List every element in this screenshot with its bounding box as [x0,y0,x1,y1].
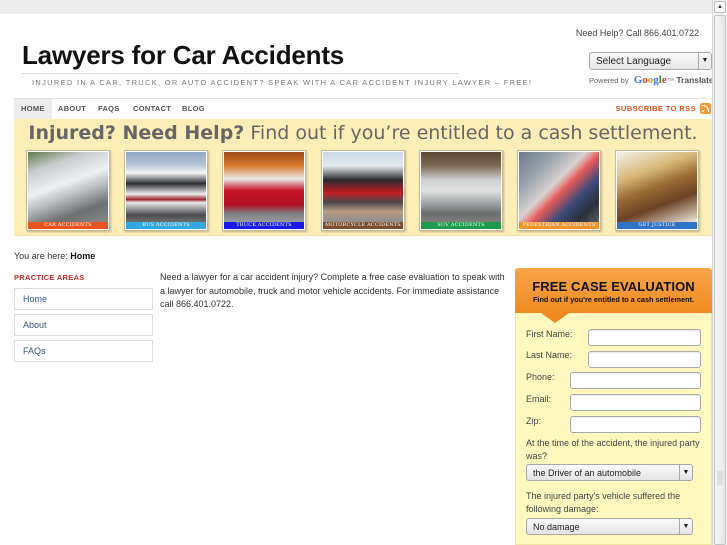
form-subtitle: Find out if you're entitled to a cash se… [532,295,695,304]
site-title[interactable]: Lawyers for Car Accidents [22,40,344,71]
vehicle-damage-select[interactable]: No damage ▼ [526,518,693,535]
rss-feed-icon[interactable] [700,103,711,114]
chevron-down-icon: ▼ [679,465,692,480]
injured-party-question: At the time of the accident, the injured… [526,438,700,461]
car-crash-photo [28,152,108,222]
nav-faqs[interactable]: FAQS [98,99,120,119]
pedestrian-photo [519,152,599,222]
site-tagline: INJURED IN A CAR, TRUCK, OR AUTO ACCIDEN… [32,78,533,87]
scrollbar-grip-icon [717,471,723,485]
tile-label: GET JUSTICE [617,222,697,229]
tile-label: TRUCK ACCIDENTS [224,222,304,229]
main-nav: HOME ABOUT FAQS CONTACT BLOG SUBSCRIBE T… [14,99,712,119]
truck-photo [224,152,304,222]
case-evaluation-form: FREE CASE EVALUATION Find out if you're … [515,268,712,545]
intro-paragraph: Need a lawyer for a car accident injury?… [160,272,505,309]
form-title: FREE CASE EVALUATION [532,279,695,294]
form-header: FREE CASE EVALUATION Find out if you're … [515,268,712,323]
suv-photo [421,152,501,222]
tile-car-accidents[interactable]: CAR ACCIDENTS [26,150,110,231]
tile-suv-accidents[interactable]: SUV ACCIDENTS [419,150,503,231]
subscribe-rss-link[interactable]: SUBSCRIBE TO RSS [616,99,696,119]
phone-label: Phone: [526,372,555,382]
need-help-phone: Need Help? Call 866.401.0722 [575,28,699,38]
vehicle-damage-question: The injured party's vehicle suffered the… [526,491,681,514]
phone-input[interactable] [570,372,701,389]
first-name-input[interactable] [588,329,701,346]
divider [22,73,458,74]
language-select[interactable]: Select Language ▼ [589,52,712,70]
injured-party-select-value: the Driver of an automobile [533,468,642,478]
scroll-up-arrow-icon[interactable]: ▲ [714,1,726,13]
tile-label: MOTORCYCLE ACCIDENTS [323,222,403,229]
tile-pedestrian-accidents[interactable]: PEDESTRIAN ACCIDENTS [517,150,601,231]
sidebar-item-home[interactable]: Home [14,288,153,310]
scrollbar-thumb[interactable] [714,15,726,545]
email-input[interactable] [570,394,701,411]
nav-about[interactable]: ABOUT [58,99,86,119]
tile-label: SUV ACCIDENTS [421,222,501,229]
motorcycle-photo [323,152,403,222]
scales-of-justice-photo [617,152,697,222]
last-name-input[interactable] [588,351,701,368]
browser-top-strip [0,0,712,14]
vehicle-damage-select-value: No damage [533,522,580,532]
tile-truck-accidents[interactable]: TRUCK ACCIDENTS [222,150,306,231]
zip-label: Zip: [526,416,542,426]
practice-areas-heading: PRACTICE AREAS [14,273,85,282]
nav-home[interactable]: HOME [14,99,52,119]
tile-label: PEDESTRIAN ACCIDENTS [519,222,599,229]
powered-by-google-translate[interactable]: Powered by Google™ Translate [589,74,714,86]
chevron-down-icon: ▼ [698,53,711,69]
tile-motorcycle-accidents[interactable]: MOTORCYCLE ACCIDENTS [321,150,405,231]
tile-bus-accidents[interactable]: BUS ACCIDENTS [124,150,208,231]
hero-banner: Injured? Need Help? Find out if you’re e… [14,119,712,236]
sidebar-item-faqs[interactable]: FAQs [14,340,153,362]
google-logo-icon: Google [633,74,667,86]
banner-headline: Injured? Need Help? Find out if you’re e… [28,122,698,144]
chevron-down-icon: ▼ [679,519,692,534]
nav-contact[interactable]: CONTACT [133,99,171,119]
translate-label: Translate [676,75,714,85]
zip-input[interactable] [570,416,701,433]
tile-label: CAR ACCIDENTS [28,222,108,229]
tile-get-justice[interactable]: GET JUSTICE [615,150,699,231]
breadcrumb: You are here: Home [14,251,96,261]
first-name-label: First Name: [526,329,573,339]
sidebar-item-about[interactable]: About [14,314,153,336]
breadcrumb-current: Home [70,251,96,261]
powered-by-label: Powered by [589,76,629,85]
tile-label: BUS ACCIDENTS [126,222,206,229]
nav-blog[interactable]: BLOG [182,99,205,119]
email-label: Email: [526,394,552,404]
bus-photo [126,152,206,222]
injured-party-select[interactable]: the Driver of an automobile ▼ [526,464,693,481]
language-select-value: Select Language [596,56,672,67]
last-name-label: Last Name: [526,350,573,360]
vertical-scrollbar[interactable]: ▲ [712,0,727,545]
